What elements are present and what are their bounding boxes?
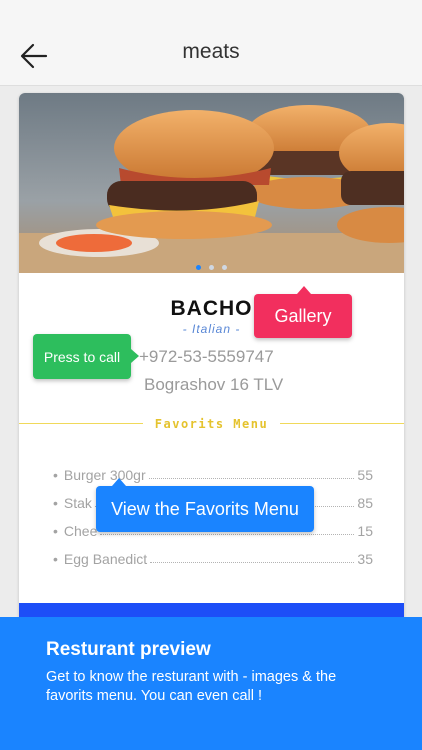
gallery-dot-3[interactable]	[222, 265, 228, 270]
gallery-tooltip[interactable]: Gallery	[254, 286, 352, 338]
gallery-image[interactable]	[19, 93, 404, 273]
bullet: •	[53, 495, 58, 511]
menu-item-price: 35	[357, 551, 373, 567]
favorites-tooltip-label: View the Favorits Menu	[111, 498, 299, 519]
restaurant-phone[interactable]: +972-53-5559747	[139, 347, 274, 367]
gallery-dot-2[interactable]	[209, 265, 214, 270]
dotted-leader	[100, 534, 355, 535]
gallery-tooltip-label: Gallery	[274, 305, 332, 326]
banner-title: Resturant preview	[46, 639, 211, 660]
menu-title: Favorits Menu	[142, 417, 281, 431]
bullet: •	[53, 523, 58, 539]
menu-heading: Favorits Menu	[19, 415, 404, 433]
menu-item-price: 55	[357, 467, 373, 483]
favorites-tooltip[interactable]: View the Favorits Menu	[96, 478, 314, 532]
menu-item: • Burger 300gr 55	[53, 455, 373, 483]
bullet: •	[53, 551, 58, 567]
menu-item-name: Burger 300gr	[63, 467, 146, 483]
gallery-pagination	[19, 257, 404, 275]
restaurant-address: Bograshov 16 TLV	[144, 375, 284, 394]
banner-description: Get to know the resturant with - images …	[46, 669, 337, 704]
menu-item-price: 85	[357, 495, 373, 511]
menu-item-price: 15	[357, 523, 373, 539]
page-title: meats	[182, 40, 240, 63]
menu-item-name: Egg Banedict	[63, 551, 148, 567]
dotted-leader	[150, 562, 355, 563]
top-bar: meats	[0, 0, 422, 86]
bullet: •	[53, 467, 58, 483]
gallery-dot-1[interactable]	[195, 265, 201, 270]
call-tooltip[interactable]: Press to call	[33, 334, 139, 379]
menu-item: • Egg Banedict 35	[53, 539, 373, 567]
preview-banner: Resturant preview Get to know the restur…	[0, 617, 422, 750]
dotted-leader	[148, 478, 355, 479]
burger-photo	[19, 93, 404, 273]
call-tooltip-label: Press to call	[43, 348, 121, 365]
menu-item-name: Chee	[63, 523, 98, 539]
menu-item-name: Stak	[63, 495, 92, 511]
